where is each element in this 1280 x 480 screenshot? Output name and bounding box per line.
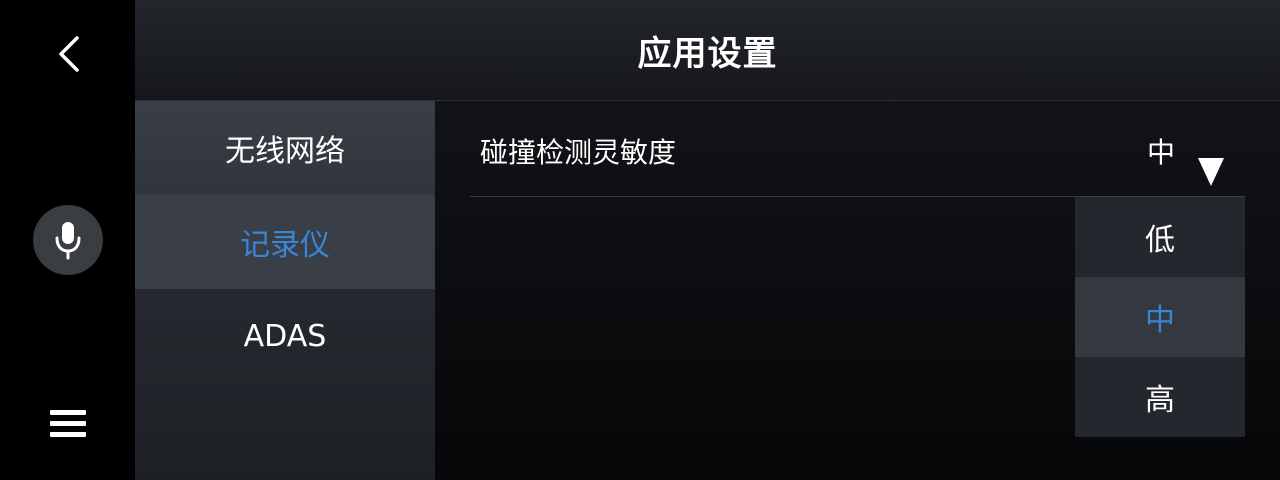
triangle-down-icon[interactable] [1198,158,1224,186]
microphone-icon [55,222,81,260]
voice-button[interactable] [33,205,103,275]
category-item-adas[interactable]: ADAS [135,289,435,383]
left-rail [0,0,135,480]
category-sidebar: 无线网络 记录仪 ADAS [135,101,435,480]
dropdown-option-low[interactable]: 低 [1075,197,1245,277]
collision-sensitivity-row[interactable]: 碰撞检测灵敏度 中 [470,101,1245,197]
category-item-recorder[interactable]: 记录仪 [135,195,435,289]
sensitivity-dropdown: 低 中 高 [1075,197,1245,437]
settings-content: 碰撞检测灵敏度 中 低 中 高 [435,101,1280,480]
dropdown-option-medium[interactable]: 中 [1075,277,1245,357]
dropdown-option-high[interactable]: 高 [1075,357,1245,437]
menu-button[interactable] [44,400,92,448]
option-label: 高 [1145,383,1175,418]
setting-value: 中 [1147,136,1176,169]
category-label: 记录仪 [240,228,330,263]
category-label: ADAS [243,318,327,354]
page-title: 应用设置 [637,33,778,74]
hamburger-menu-icon [50,410,86,437]
category-item-wifi[interactable]: 无线网络 [135,101,435,195]
app-settings-screen: 应用设置 无线网络 记录仪 ADAS 碰撞检测灵敏度 中 低 中 高 [0,0,1280,480]
back-button[interactable] [44,30,92,78]
header-bar: 应用设置 [135,0,1280,101]
category-label: 无线网络 [225,134,345,169]
setting-label: 碰撞检测灵敏度 [480,136,677,169]
option-label: 低 [1145,223,1175,258]
option-label: 中 [1145,303,1175,338]
chevron-left-icon [59,36,79,72]
